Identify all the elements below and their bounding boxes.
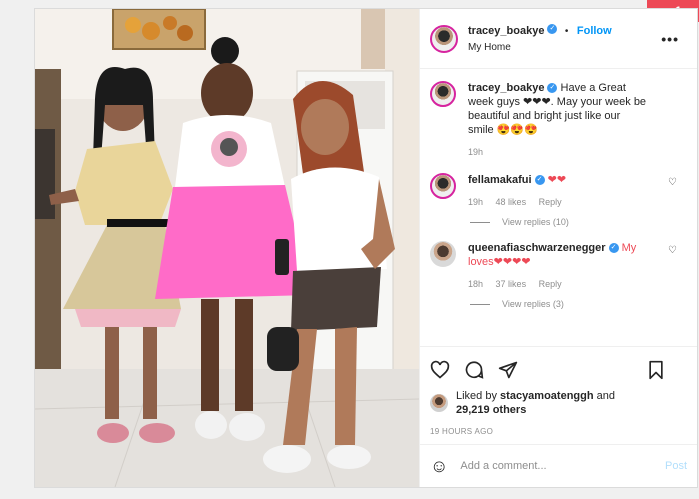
reply-button[interactable]: Reply (539, 197, 562, 207)
comment-likes[interactable]: 37 likes (496, 279, 527, 289)
comment-time: 19h (468, 197, 484, 207)
comment-likes[interactable]: 48 likes (496, 197, 527, 207)
caption-time: 19h (468, 147, 484, 157)
verified-badge-icon: ✓ (547, 24, 558, 35)
view-replies-button[interactable]: View replies (10) (470, 217, 687, 227)
verified-badge-icon: ✓ (534, 175, 545, 186)
post-dialog: tracey_boakye ✓ • Follow My Home ••• trac… (34, 8, 698, 488)
comment-username[interactable]: fellamakafui (468, 174, 532, 186)
verified-badge-icon: ✓ (547, 83, 558, 94)
comment-time: 18h (468, 279, 484, 289)
comment-bubble-icon[interactable] (464, 360, 484, 380)
comment-username[interactable]: queenafiaschwarzenegger (468, 242, 606, 254)
commenter-avatar[interactable] (430, 173, 456, 199)
commenter-avatar[interactable] (430, 241, 456, 267)
post-actions-bar (420, 346, 697, 393)
location-link[interactable]: My Home (468, 40, 612, 56)
caption-username[interactable]: tracey_boakye (468, 82, 544, 94)
follow-button[interactable]: Follow (577, 25, 612, 37)
likes-summary: Liked by stacyamoatenggh and 29,219 othe… (420, 389, 697, 417)
more-options-icon[interactable]: ••• (661, 31, 679, 47)
share-send-icon[interactable] (498, 360, 518, 380)
view-replies-button[interactable]: View replies (3) (470, 299, 687, 309)
emoji-icon[interactable]: ☺ (430, 456, 448, 477)
comments-list[interactable]: tracey_boakye ✓ Have a Great week guys ❤❤… (420, 69, 697, 346)
caption-avatar[interactable] (430, 81, 456, 107)
comment-item: queenafiaschwarzenegger ✓ My loves❤❤❤❤ 18… (430, 241, 687, 291)
post-header: tracey_boakye ✓ • Follow My Home ••• (420, 9, 697, 69)
separator-dot: • (564, 25, 569, 37)
post-photo[interactable] (35, 9, 419, 487)
caption: tracey_boakye ✓ Have a Great week guys ❤❤… (430, 81, 687, 159)
comment-input[interactable]: Add a comment... (460, 460, 665, 472)
liker-avatar[interactable] (430, 394, 448, 412)
post-sidebar: tracey_boakye ✓ • Follow My Home ••• trac… (419, 9, 697, 487)
post-comment-button[interactable]: Post (665, 460, 687, 472)
comment-text: ❤❤ (547, 174, 567, 186)
add-comment-bar: ☺ Add a comment... Post (420, 444, 697, 487)
view-replies-label: View replies (3) (502, 299, 564, 309)
post-timestamp: 19 HOURS AGO (430, 427, 494, 436)
like-heart-icon[interactable] (430, 360, 450, 380)
comment-item: fellamakafui ✓ ❤❤ 19h 48 likes Reply ♡ (430, 173, 687, 209)
verified-badge-icon: ✓ (608, 243, 619, 254)
author-username[interactable]: tracey_boakye (468, 25, 544, 37)
author-avatar[interactable] (430, 24, 458, 53)
view-replies-label: View replies (10) (502, 217, 569, 227)
likes-count[interactable]: 29,219 others (456, 404, 526, 416)
like-comment-heart-icon[interactable]: ♡ (668, 177, 677, 188)
save-bookmark-icon[interactable] (647, 360, 665, 380)
reply-button[interactable]: Reply (539, 279, 562, 289)
like-comment-heart-icon[interactable]: ♡ (668, 245, 677, 256)
photo-illustration (35, 9, 419, 487)
